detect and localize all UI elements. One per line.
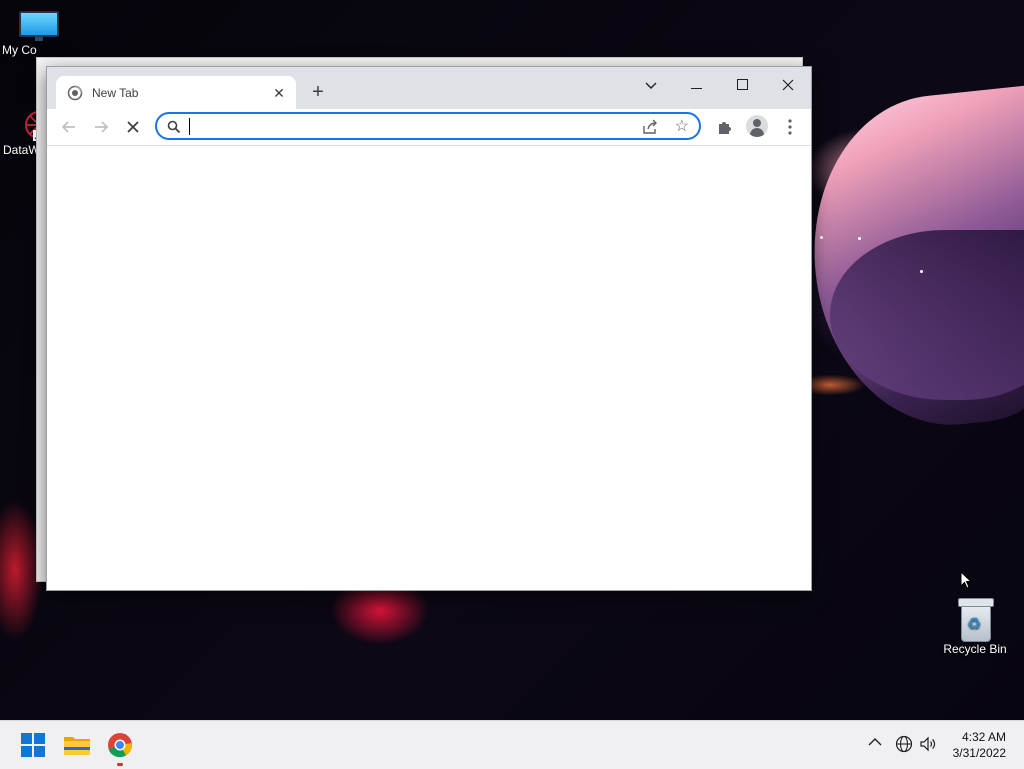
minimize-icon[interactable]	[673, 71, 719, 99]
start-icon[interactable]	[17, 729, 49, 761]
browser-toolbar: ☆	[47, 109, 811, 146]
stop-loading-icon[interactable]	[119, 113, 147, 141]
file-explorer-icon[interactable]	[61, 729, 93, 761]
tab-title: New Tab	[92, 86, 139, 100]
page-content	[47, 146, 811, 590]
desktop-icon-label: My Co	[2, 43, 37, 57]
mouse-pointer-icon	[960, 571, 972, 589]
monitor-icon	[19, 11, 59, 41]
address-input[interactable]	[191, 117, 631, 135]
recycle-bin-icon: ♻	[958, 598, 994, 642]
chrome-icon	[108, 733, 133, 758]
volume-speaker-icon[interactable]	[919, 735, 937, 757]
taskbar-clock[interactable]: 4:32 AM 3/31/2022	[953, 729, 1006, 761]
back-arrow-icon[interactable]	[55, 113, 83, 141]
clock-time: 4:32 AM	[961, 730, 1006, 744]
wallpaper-sparkle	[820, 236, 823, 239]
desktop-icon-my-computer[interactable]: My Co	[1, 11, 77, 57]
profile-avatar-icon[interactable]	[746, 115, 768, 137]
tab-search-chevron-down-icon[interactable]	[628, 71, 674, 99]
search-icon	[167, 120, 181, 134]
tab-new-tab[interactable]: New Tab ✕	[56, 76, 296, 110]
more-menu-icon[interactable]	[776, 113, 804, 141]
running-app-indicator	[117, 763, 123, 766]
maximize-icon[interactable]	[719, 71, 765, 99]
wallpaper-sparkle	[858, 237, 861, 240]
extensions-puzzle-icon[interactable]	[711, 113, 739, 141]
close-icon[interactable]	[765, 71, 811, 99]
taskbar: 4:32 AM 3/31/2022	[0, 720, 1024, 769]
text-cursor	[189, 118, 190, 135]
desktop-icon-recycle-bin[interactable]: ♻ Recycle Bin	[937, 598, 1013, 656]
share-icon[interactable]	[641, 118, 659, 136]
tab-strip: New Tab ✕ +	[47, 67, 811, 110]
forward-arrow-icon[interactable]	[87, 113, 115, 141]
show-hidden-icons-chevron-up-icon[interactable]	[868, 734, 882, 751]
loading-globe-icon	[67, 85, 83, 101]
clock-date: 3/31/2022	[952, 746, 1006, 760]
network-globe-icon[interactable]	[895, 735, 913, 757]
bookmark-star-icon[interactable]: ☆	[675, 116, 689, 136]
wallpaper-sparkle	[920, 270, 923, 273]
desktop-icon-label: Recycle Bin	[943, 642, 1007, 656]
address-bar[interactable]: ☆	[155, 112, 701, 140]
new-tab-button[interactable]: +	[306, 81, 330, 105]
close-tab-icon[interactable]: ✕	[270, 84, 288, 102]
browser-window[interactable]: New Tab ✕ + ☆	[46, 66, 812, 591]
